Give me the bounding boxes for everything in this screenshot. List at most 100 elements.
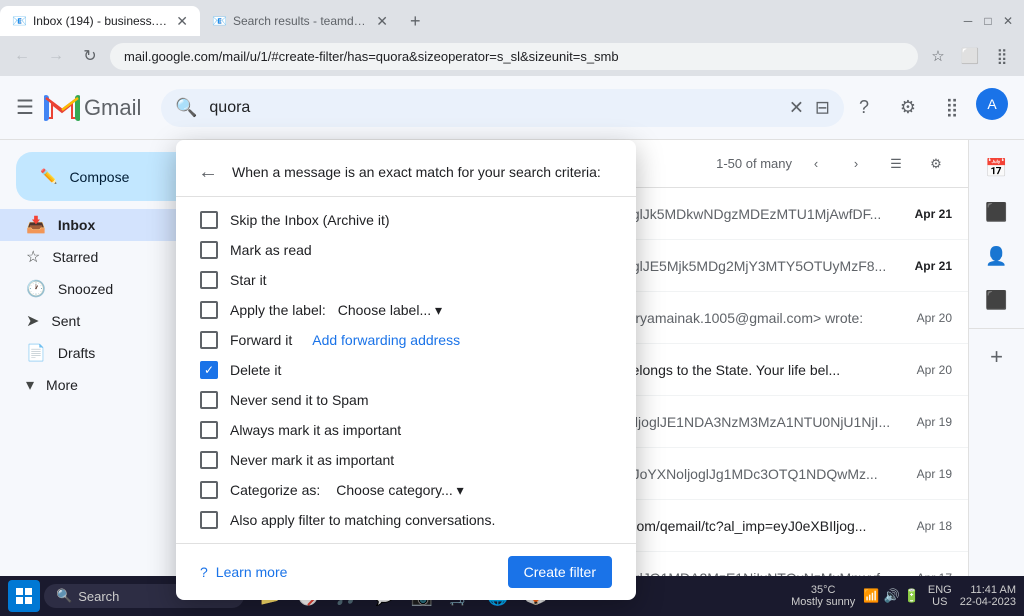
mark-read-checkbox[interactable] [200,241,218,259]
address-input[interactable] [110,43,918,70]
view-toggle-button[interactable]: ☰ [880,148,912,180]
categorize-checkbox[interactable] [200,481,218,499]
filter-icon[interactable]: ⊟ [815,97,830,118]
category-select[interactable]: Choose category... ▾ [336,482,463,499]
email-date: Apr 18 [902,519,952,533]
email-date: Apr 19 [902,467,952,481]
tab-bar: 📧 Inbox (194) - business.digitalbo... ✕ … [0,0,1024,36]
search-input[interactable]: quora [161,89,844,127]
skip-inbox-label: Skip the Inbox (Archive it) [230,212,390,228]
right-contacts-icon[interactable]: 👤 [977,236,1017,276]
new-tab-button[interactable]: + [404,11,427,32]
window-controls: ─ □ ✕ [960,13,1024,29]
right-tasks-icon[interactable]: ⬛ [977,192,1017,232]
tab-2-title: Search results - teamdotdigitalb... [233,14,370,28]
never-important-checkbox[interactable] [200,451,218,469]
bookmark-icon[interactable]: ☆ [924,42,952,70]
filter-option-also-apply[interactable]: Also apply filter to matching conversati… [176,505,636,535]
create-filter-button[interactable]: Create filter [508,556,612,588]
drafts-label: Drafts [58,345,95,361]
dialog-body: Skip the Inbox (Archive it) Mark as read… [176,197,636,543]
filter-option-always-important[interactable]: Always mark it as important [176,415,636,445]
starred-label: Starred [52,249,98,265]
tab-search-icon[interactable]: ⬜ [956,42,984,70]
also-apply-checkbox[interactable] [200,511,218,529]
never-spam-checkbox[interactable] [200,391,218,409]
sent-label: Sent [51,313,80,329]
maximize-button[interactable]: □ [980,13,996,29]
time-display: 11:41 AM 22-04-2023 [960,584,1016,608]
inbox-icon: 📥 [26,215,46,235]
filter-option-apply-label[interactable]: Apply the label: Choose label... ▾ [176,295,636,325]
filter-option-star-it[interactable]: Star it [176,265,636,295]
hamburger-menu[interactable]: ☰ [16,95,34,120]
taskbar-system-tray[interactable]: 📶 🔊 🔋 [863,588,920,604]
filter-option-mark-read[interactable]: Mark as read [176,235,636,265]
apps-icon[interactable]: ⣿ [932,88,972,128]
minimize-button[interactable]: ─ [960,13,976,29]
forward-it-checkbox[interactable] [200,331,218,349]
prev-page-button[interactable]: ‹ [800,148,832,180]
filter-dialog: ← When a message is an exact match for y… [176,140,636,600]
filter-option-skip-inbox[interactable]: Skip the Inbox (Archive it) [176,205,636,235]
sent-icon: ➤ [26,311,39,331]
email-date: Apr 17 [902,571,952,577]
search-icon: 🔍 [175,97,197,118]
categorize-label: Categorize as: [230,482,320,498]
dialog-header: ← When a message is an exact match for y… [176,140,636,197]
apply-label-checkbox[interactable] [200,301,218,319]
mark-read-label: Mark as read [230,242,312,258]
start-button[interactable] [8,580,40,612]
filter-option-categorize[interactable]: Categorize as: Choose category... ▾ [176,475,636,505]
lang-region: US [928,596,952,608]
taskbar-search-label: Search [78,589,119,604]
category-select-button[interactable]: Choose category... ▾ [336,482,463,499]
gmail-logo: Gmail [44,94,141,122]
star-it-checkbox[interactable] [200,271,218,289]
back-button[interactable]: ← [8,42,36,70]
search-taskbar-icon: 🔍 [56,588,72,604]
search-bar: 🔍 quora ✕ ⊟ [161,89,844,127]
add-forwarding-link[interactable]: Add forwarding address [312,332,460,348]
tab-1-favicon: 📧 [12,14,27,28]
avatar[interactable]: A [976,88,1008,120]
search-clear-icon[interactable]: ✕ [789,97,804,118]
filter-option-never-spam[interactable]: Never send it to Spam [176,385,636,415]
address-bar-icons: ☆ ⬜ ⣿ [924,42,1016,70]
dialog-back-button[interactable]: ← [192,156,224,188]
label-select-button[interactable]: Choose label... ▾ [338,302,442,319]
close-window-button[interactable]: ✕ [1000,13,1016,29]
right-keep-icon[interactable]: ⬛ [977,280,1017,320]
star-it-label: Star it [230,272,267,288]
right-sidebar: 📅 ⬛ 👤 ⬛ + [968,140,1024,576]
label-select[interactable]: Choose label... ▾ [338,302,442,319]
reload-button[interactable]: ↻ [76,42,104,70]
always-important-checkbox[interactable] [200,421,218,439]
next-page-button[interactable]: › [840,148,872,180]
tab-1-close[interactable]: ✕ [176,13,188,30]
browser-chrome: 📧 Inbox (194) - business.digitalbo... ✕ … [0,0,1024,76]
learn-more-link[interactable]: ? Learn more [200,564,287,580]
settings-list-button[interactable]: ⚙ [920,148,952,180]
extensions-icon[interactable]: ⣿ [988,42,1016,70]
right-add-icon[interactable]: + [977,337,1017,377]
never-spam-label: Never send it to Spam [230,392,369,408]
skip-inbox-checkbox[interactable] [200,211,218,229]
help-icon-dialog: ? [200,564,208,580]
inbox-label: Inbox [58,217,95,233]
tab-2[interactable]: 📧 Search results - teamdotdigitalb... ✕ [200,6,400,36]
taskbar-right: 35°C Mostly sunny 📶 🔊 🔋 ENG US 11:41 AM … [791,584,1016,608]
filter-option-delete-it[interactable]: ✓ Delete it [176,355,636,385]
filter-option-never-important[interactable]: Never mark it as important [176,445,636,475]
delete-it-checkbox[interactable]: ✓ [200,361,218,379]
filter-option-forward-it[interactable]: Forward it Add forwarding address [176,325,636,355]
settings-icon[interactable]: ⚙ [888,88,928,128]
help-icon[interactable]: ? [844,88,884,128]
tab-1-active[interactable]: 📧 Inbox (194) - business.digitalbo... ✕ [0,6,200,36]
tab-2-close[interactable]: ✕ [376,13,388,30]
delete-it-label: Delete it [230,362,281,378]
weather-desc: Mostly sunny [791,596,855,608]
forward-button[interactable]: → [42,42,70,70]
right-meet-icon[interactable]: 📅 [977,148,1017,188]
weather-temp: 35°C [811,584,836,596]
